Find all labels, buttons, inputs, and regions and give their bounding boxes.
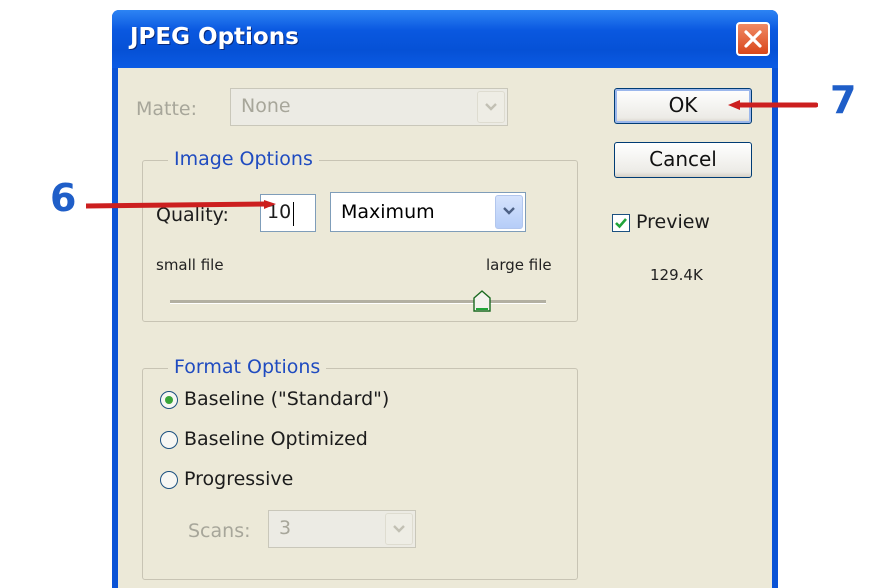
radio-label-baseline-optimized[interactable]: Baseline Optimized [184,428,368,450]
annotation-step-6: 6 [50,176,77,220]
file-size-readout: 129.4K [650,266,703,284]
dialog-body: Matte: None Image Options Quality: 10 Ma… [118,68,772,588]
radio-progressive[interactable] [160,471,178,489]
jpeg-options-dialog: JPEG Options Matte: None Image Options Q… [112,10,778,588]
title-bar[interactable]: JPEG Options [112,10,778,68]
scans-value: 3 [279,517,292,539]
matte-label: Matte: [136,98,198,120]
quality-preset-value: Maximum [341,201,435,223]
chevron-down-icon[interactable] [495,195,523,229]
close-icon [744,30,762,48]
preview-label[interactable]: Preview [636,211,710,233]
large-file-label: large file [486,256,552,274]
chevron-down-icon [477,91,505,123]
chevron-down-icon [385,513,413,545]
slider-thumb[interactable] [473,290,491,312]
scans-select: 3 [268,510,416,548]
annotation-arrow-ok [728,96,819,110]
close-button[interactable] [736,22,770,56]
small-file-label: small file [156,256,224,274]
scans-label: Scans: [188,520,251,542]
quality-slider[interactable] [170,290,546,314]
annotation-arrow-quality [83,197,276,209]
radio-baseline-optimized[interactable] [160,431,178,449]
quality-preset-select[interactable]: Maximum [330,192,526,232]
window-title: JPEG Options [130,24,299,50]
cancel-button[interactable]: Cancel [614,142,752,178]
image-options-legend: Image Options [168,148,319,170]
matte-value: None [241,95,291,117]
preview-checkbox[interactable] [612,214,630,232]
checkmark-icon [615,218,627,229]
radio-label-progressive[interactable]: Progressive [184,468,293,490]
radio-selected-dot [165,396,173,404]
radio-label-baseline-standard[interactable]: Baseline ("Standard") [184,388,389,410]
matte-select: None [230,88,508,126]
radio-baseline-standard[interactable] [160,391,178,409]
annotation-step-7: 7 [830,78,857,122]
format-options-legend: Format Options [168,356,327,378]
text-caret [293,202,294,226]
